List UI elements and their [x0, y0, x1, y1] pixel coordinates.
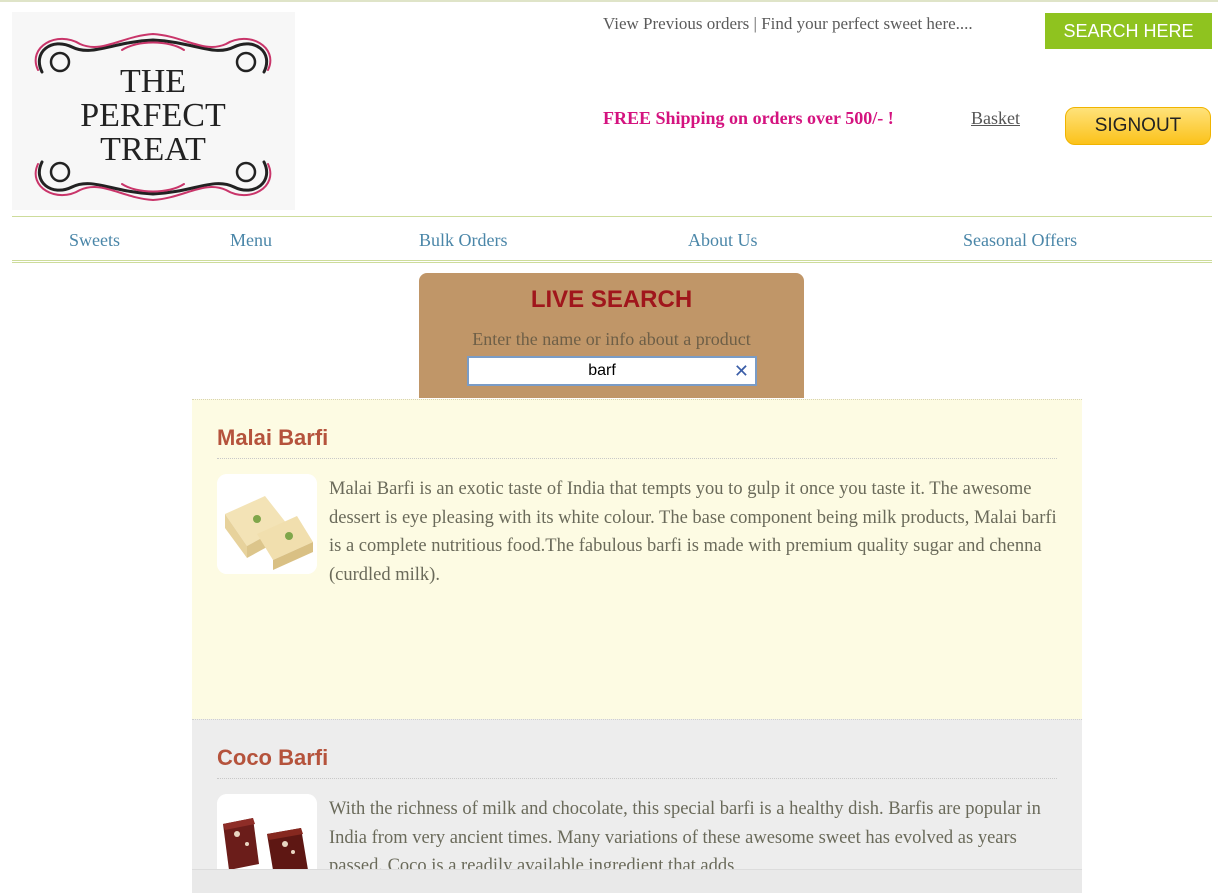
result-description: Malai Barfi is an exotic taste of India …	[329, 479, 1057, 585]
result-item[interactable]: Malai Barfi Malai Barfi is an exotic tas…	[192, 399, 1082, 719]
main-nav: Sweets Menu Bulk Orders About Us Seasona…	[12, 216, 1212, 263]
nav-item-about-us[interactable]: About Us	[688, 230, 758, 251]
site-logo[interactable]: THE PERFECT TREAT	[12, 12, 295, 210]
logo-line-2: PERFECT	[80, 97, 226, 134]
search-here-button[interactable]: SEARCH HERE	[1045, 13, 1212, 49]
logo-line-1: THE	[120, 63, 186, 100]
result-divider	[217, 778, 1057, 779]
result-description: With the richness of milk and chocolate,…	[329, 799, 1041, 876]
logo-flourish: THE PERFECT TREAT	[34, 32, 272, 202]
signout-button[interactable]: SIGNOUT	[1065, 107, 1211, 145]
top-links: View Previous orders | Find your perfect…	[603, 14, 973, 34]
top-links-separator: |	[749, 14, 762, 33]
result-divider	[217, 458, 1057, 459]
basket-link[interactable]: Basket	[971, 108, 1038, 129]
bottom-scroll-strip	[192, 869, 1082, 893]
nav-item-bulk-orders[interactable]: Bulk Orders	[419, 230, 508, 251]
nav-item-sweets[interactable]: Sweets	[69, 230, 120, 251]
live-search-input[interactable]	[469, 358, 755, 384]
result-title[interactable]: Malai Barfi	[217, 425, 328, 451]
find-sweet-link[interactable]: Find your perfect sweet here....	[761, 14, 972, 33]
nav-item-menu[interactable]: Menu	[230, 230, 272, 251]
result-item[interactable]: Coco Barfi With the richness of milk and…	[192, 719, 1082, 893]
search-results: Malai Barfi Malai Barfi is an exotic tas…	[192, 397, 1082, 893]
live-search-hint: Enter the name or info about a product	[472, 329, 751, 349]
live-search-title: LIVE SEARCH	[530, 286, 693, 313]
free-shipping-banner: FREE Shipping on orders over 500/- !	[603, 108, 894, 128]
close-icon[interactable]: ✕	[734, 361, 749, 382]
product-image[interactable]	[217, 474, 317, 574]
live-search-field: ✕	[467, 356, 757, 386]
result-title[interactable]: Coco Barfi	[217, 745, 328, 771]
nav-item-seasonal-offers[interactable]: Seasonal Offers	[963, 230, 1077, 251]
live-search-panel: LIVE SEARCH Enter the name or info about…	[419, 273, 804, 398]
top-rule	[0, 0, 1218, 2]
malai-barfi-image	[217, 474, 317, 574]
logo-line-3: TREAT	[100, 131, 206, 168]
view-previous-orders-link[interactable]: View Previous orders	[603, 14, 749, 33]
